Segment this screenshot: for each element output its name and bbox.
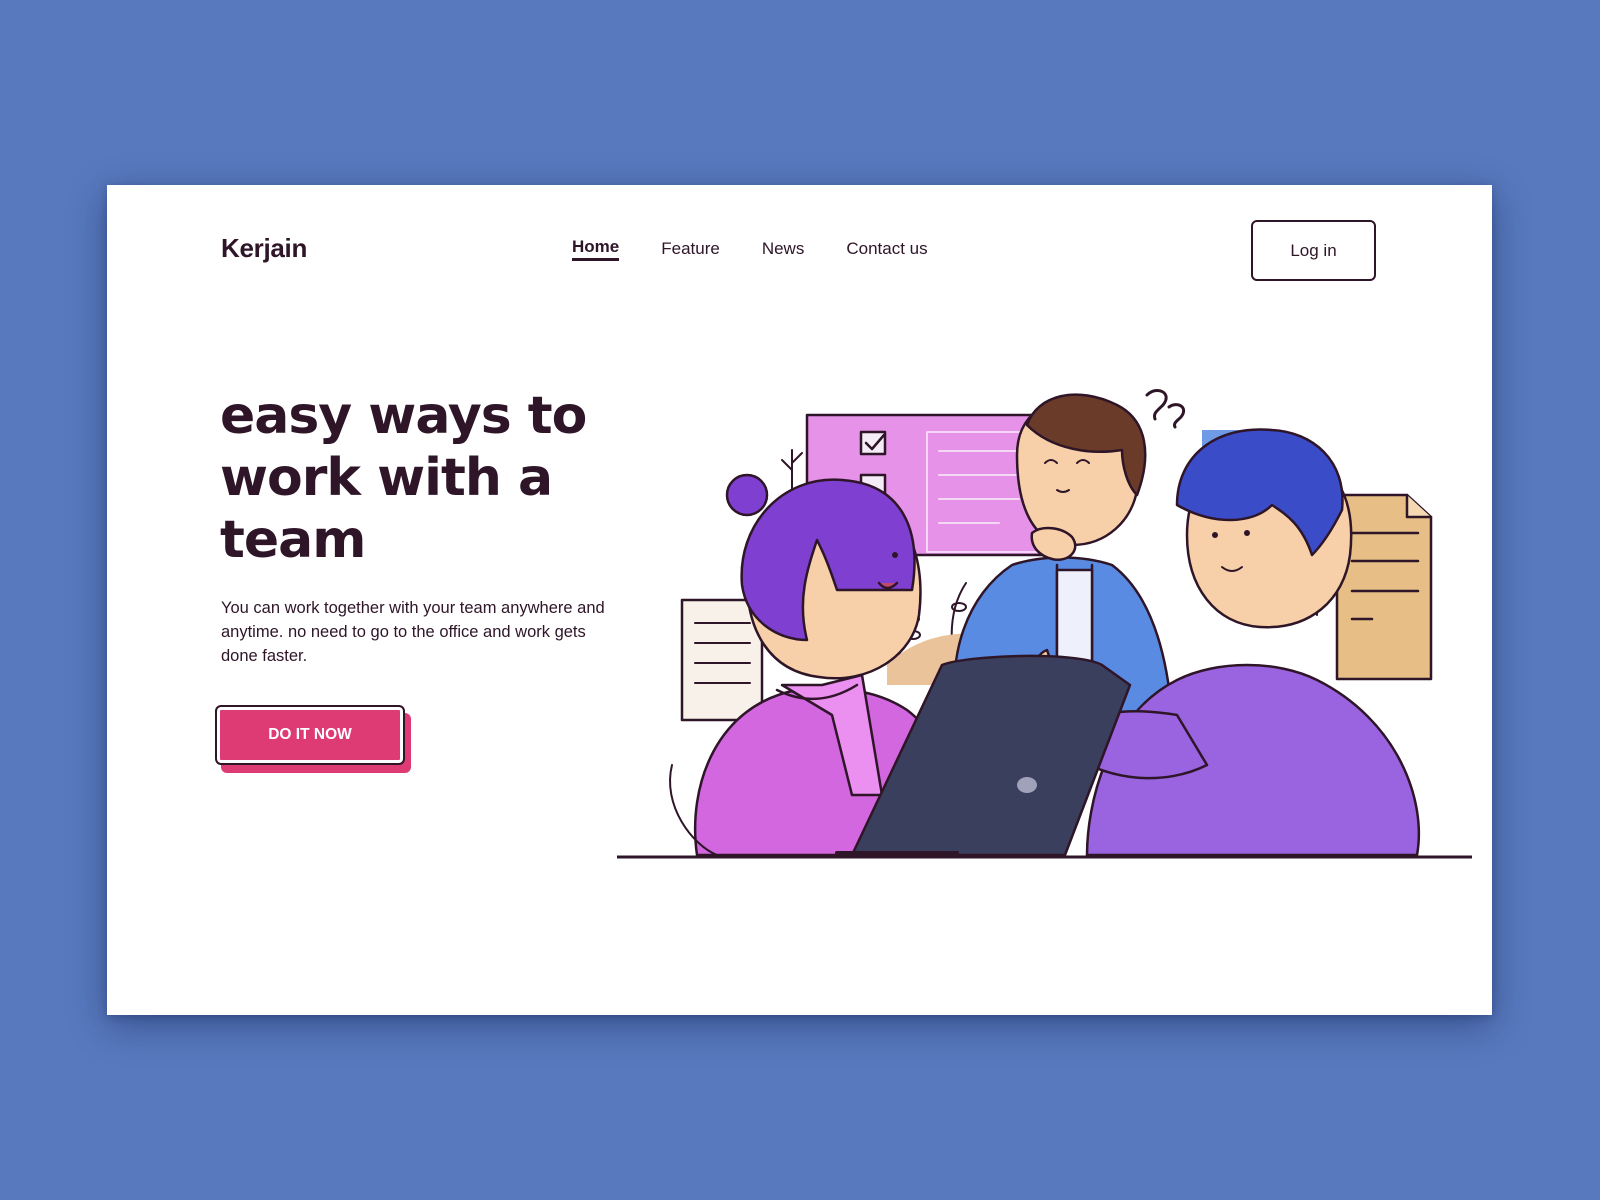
nav-item-news[interactable]: News [762,239,805,259]
team-illustration [617,389,1472,859]
apple-logo-icon [1017,777,1037,793]
login-button[interactable]: Log in [1251,220,1376,281]
checkbox-checked-icon [859,430,887,456]
nav-item-feature[interactable]: Feature [661,239,720,259]
do-it-now-button[interactable]: DO IT NOW [215,705,405,765]
question-mark-icon [1145,389,1186,429]
cta-container: DO IT NOW [215,705,415,779]
main-nav: Home Feature News Contact us [572,237,928,261]
hero-description: You can work together with your team any… [221,599,605,665]
document-left [680,598,764,722]
brand-logo[interactable]: Kerjain [221,233,307,264]
nav-item-home[interactable]: Home [572,237,620,261]
nav-item-contact-us[interactable]: Contact us [846,239,927,259]
landing-card: Kerjain Home Feature News Contact us Log… [107,185,1492,1015]
hair-bun [725,473,769,517]
